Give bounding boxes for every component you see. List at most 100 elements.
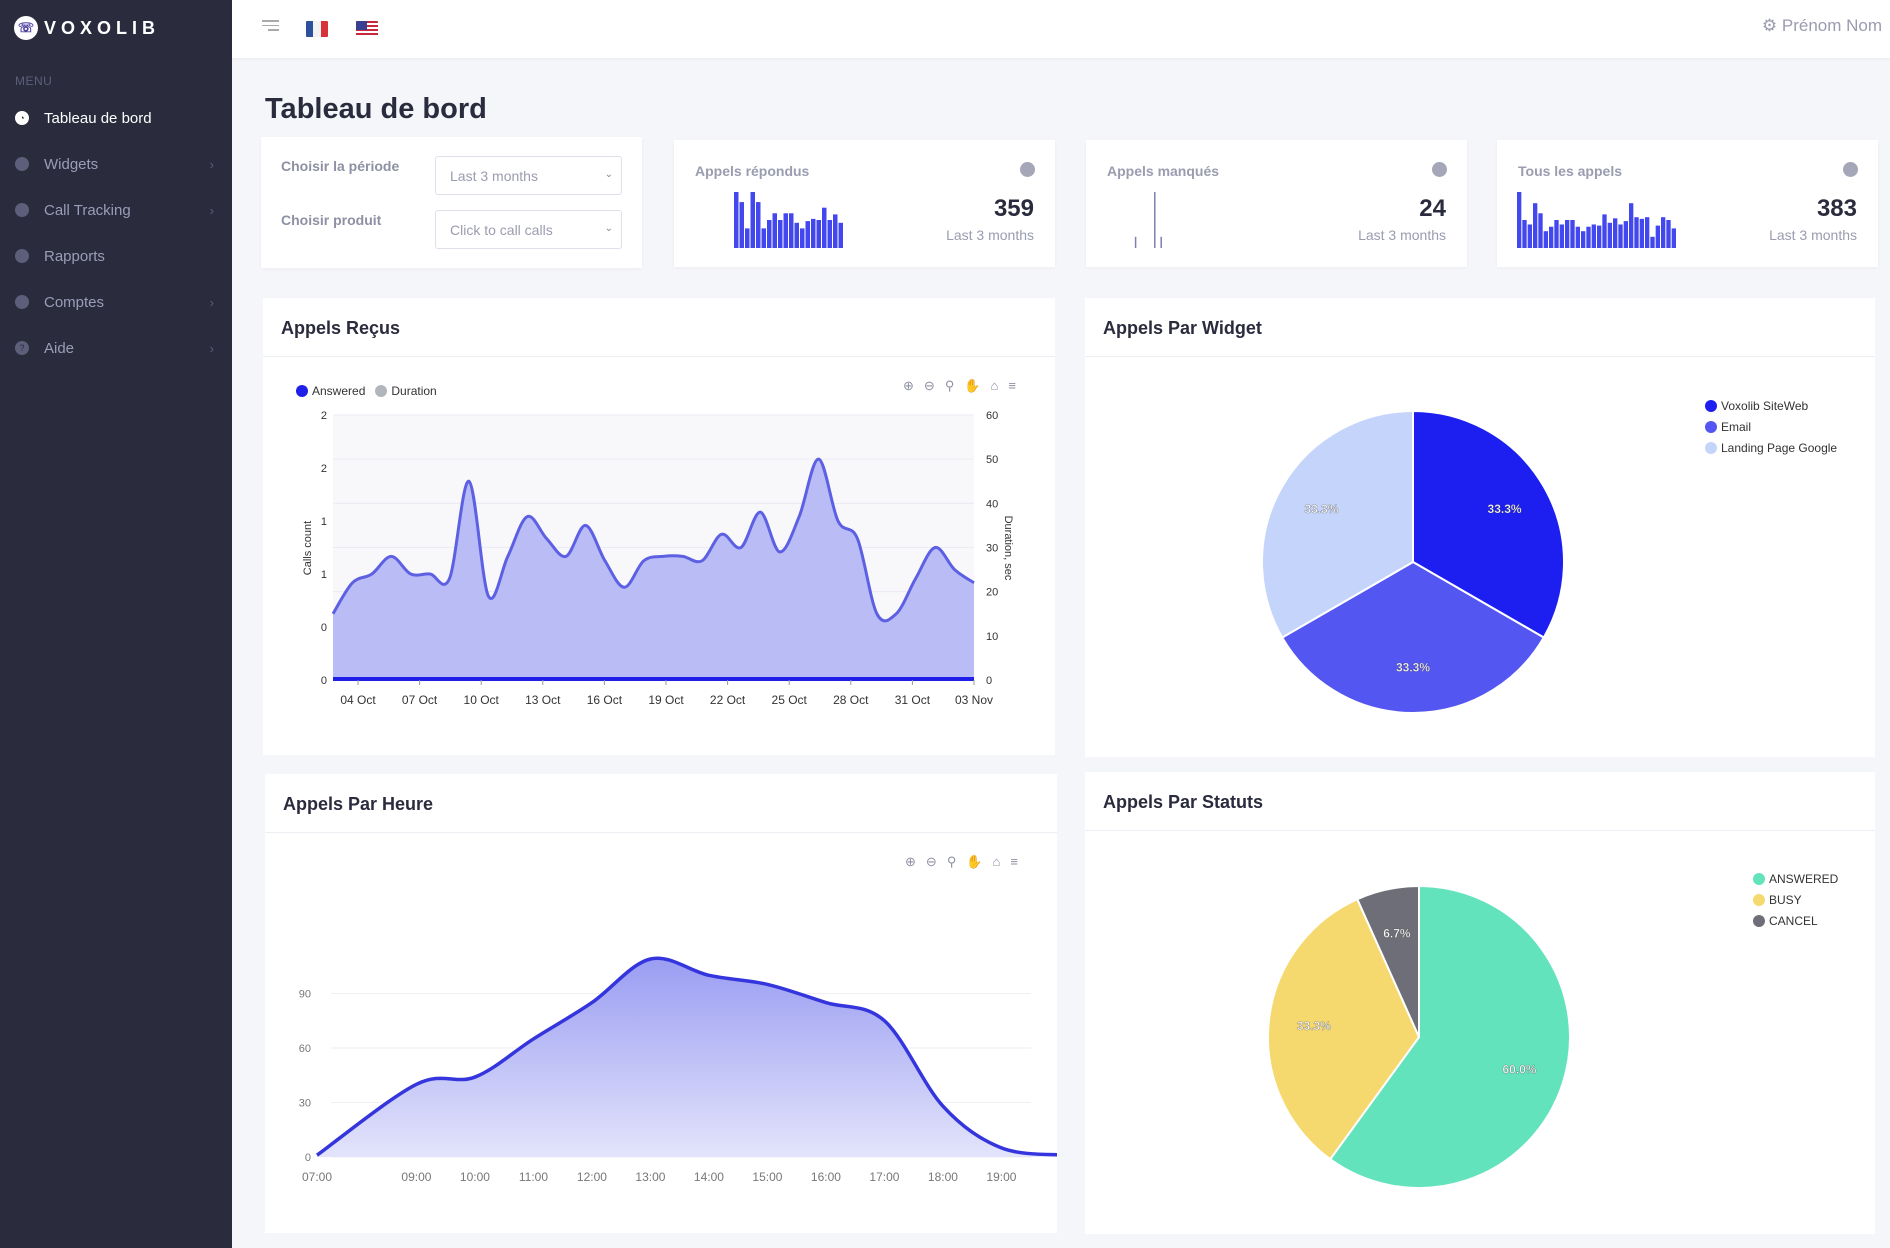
pie-data-label: 33.3% [1297, 1019, 1331, 1033]
chart-appels-par-heure: 0 30 60 90 07:00 09:00 10:00 11:00 12:00 13:00 14:… [299, 956, 1057, 1184]
phone-logo-icon: ☏ [14, 16, 38, 40]
sidebar-item-tableau-de-bord[interactable]: ◔ Tableau de bord [0, 95, 232, 141]
stat-card-all: Tous les appels 383 Last 3 months [1497, 140, 1878, 267]
spark-bar [1591, 224, 1596, 248]
spark-bar [772, 213, 777, 248]
help-icon: ? [15, 341, 29, 355]
spark-bar [816, 220, 821, 248]
spark-bar [1623, 221, 1628, 248]
sidebar-item-label: Widgets [44, 155, 99, 173]
spark-bar [767, 220, 772, 248]
chart-appels-par-widget: 33.3% 33.3% 33.3% [1261, 409, 1565, 714]
pie-data-label: 33.3% [1396, 661, 1430, 675]
chart-card-appels-par-statuts: Appels Par Statuts ANSWERED BUSY CANCEL 60… [1085, 772, 1875, 1234]
pie-chart-icon [1843, 162, 1858, 177]
x-tick-label: 16 Oct [587, 693, 623, 707]
period-label: Choisir la période [281, 158, 400, 174]
x-tick-label: 03 Nov [955, 693, 993, 707]
spark-bar [1549, 226, 1554, 248]
sidebar-item-comptes[interactable]: Comptes › [0, 279, 232, 325]
y-left-tick: 0 [321, 622, 327, 634]
chart-card-appels-par-heure: Appels Par Heure ⊕ ⊖ ⚲ ✋ ⌂ ≡ 0 30 60 90 07:00 09:0… [265, 774, 1057, 1233]
filters-card: Choisir la période Last 3 months ⌄ Choisi… [261, 137, 642, 268]
pie-chart-icon [15, 249, 29, 263]
spark-bar [1570, 220, 1575, 248]
x-tick-label: 13 Oct [525, 693, 561, 707]
spark-bar [1650, 236, 1655, 248]
spark-bar [745, 228, 750, 248]
stat-label: Appels répondus [695, 163, 810, 179]
spark-bar [1629, 203, 1634, 248]
spark-bar [1639, 218, 1644, 248]
sidebar-item-label: Comptes [44, 293, 105, 311]
user-menu[interactable]: ⚙ Prénom Nom [1762, 16, 1882, 36]
spark-bar [789, 213, 794, 248]
chevron-right-icon: › [209, 156, 214, 172]
spark-bar [838, 222, 843, 248]
stat-period: Last 3 months [1358, 227, 1446, 243]
pie-data-label: 60.0% [1503, 1063, 1537, 1077]
spark-bar [1575, 226, 1580, 248]
y-right-tick: 10 [986, 631, 998, 643]
spark-bar [1554, 220, 1559, 248]
spark-bar [1559, 224, 1564, 248]
pie-data-label: 33.3% [1304, 502, 1338, 516]
brand-name: VOXOLIB [44, 17, 161, 38]
y-left-tick: 1 [321, 569, 327, 581]
user-icon [15, 295, 29, 309]
spark-bar [1597, 225, 1602, 248]
spark-bar [761, 228, 766, 248]
sidebar-item-aide[interactable]: ? Aide › [0, 325, 232, 371]
period-select-value: Last 3 months [450, 168, 538, 184]
sparkline-all [1517, 192, 1676, 248]
x-tick-label: 15:00 [752, 1170, 782, 1184]
spark-bar [811, 218, 816, 248]
spark-bar [794, 222, 799, 248]
us-flag-icon[interactable] [356, 21, 378, 37]
stat-value: 359 [993, 195, 1034, 222]
x-tick-label: 04 Oct [340, 693, 376, 707]
page-title: Tableau de bord [265, 93, 487, 125]
hamburger-menu-icon[interactable] [262, 20, 279, 34]
y-right-tick: 30 [986, 543, 998, 555]
pie-data-label: 6.7% [1383, 927, 1411, 941]
french-flag-icon[interactable] [306, 21, 328, 37]
top-bar: ⚙ Prénom Nom [232, 0, 1890, 58]
product-select[interactable]: Click to call calls ⌄ [435, 210, 622, 249]
phone-icon [15, 203, 29, 217]
spark-bar [1581, 231, 1586, 248]
y-tick-label: 0 [305, 1152, 311, 1164]
x-tick-label: 10:00 [460, 1170, 490, 1184]
y-left-tick: 2 [321, 463, 327, 475]
sidebar: ☏ VOXOLIB MENU ◔ Tableau de bord Widgets › C… [0, 0, 232, 1248]
x-tick-label: 16:00 [811, 1170, 841, 1184]
spark-bar [1586, 226, 1591, 248]
stat-period: Last 3 months [1769, 227, 1857, 243]
x-tick-label: 19 Oct [648, 693, 684, 707]
user-name: Prénom Nom [1781, 16, 1882, 35]
chart-appels-recus: 0 10 20 30 40 50 60 0 0 1 1 2 2 Calls count Duration, … [302, 410, 1014, 707]
period-select[interactable]: Last 3 months ⌄ [435, 156, 622, 195]
x-tick-label: 13:00 [635, 1170, 665, 1184]
y-tick-label: 30 [299, 1098, 311, 1110]
y-right-axis-label: Duration, sec [1002, 516, 1014, 581]
menu-section-title: MENU [15, 74, 53, 88]
y-left-tick: 0 [321, 675, 327, 687]
sidebar-item-label: Call Tracking [44, 201, 131, 219]
sidebar-item-label: Aide [44, 339, 75, 357]
sidebar-item-call-tracking[interactable]: Call Tracking › [0, 187, 232, 233]
chart-card-appels-recus: Appels Reçus Answered Duration ⊕ ⊖ ⚲ ✋ ⌂ ≡ 01… [263, 298, 1055, 755]
y-right-tick: 40 [986, 498, 998, 510]
spark-bar [1655, 225, 1660, 248]
sidebar-item-rapports[interactable]: Rapports [0, 233, 232, 279]
x-tick-label: 19:00 [986, 1170, 1016, 1184]
chevron-down-icon: ⌄ [604, 169, 613, 180]
brand-logo[interactable]: ☏ VOXOLIB [14, 16, 160, 40]
stat-value: 24 [1419, 195, 1446, 222]
x-tick-label: 17:00 [869, 1170, 899, 1184]
y-tick-label: 60 [299, 1043, 311, 1055]
spark-bar [1607, 222, 1612, 248]
sidebar-item-widgets[interactable]: Widgets › [0, 141, 232, 187]
stat-value: 383 [1816, 195, 1857, 222]
spark-bar [805, 221, 810, 248]
